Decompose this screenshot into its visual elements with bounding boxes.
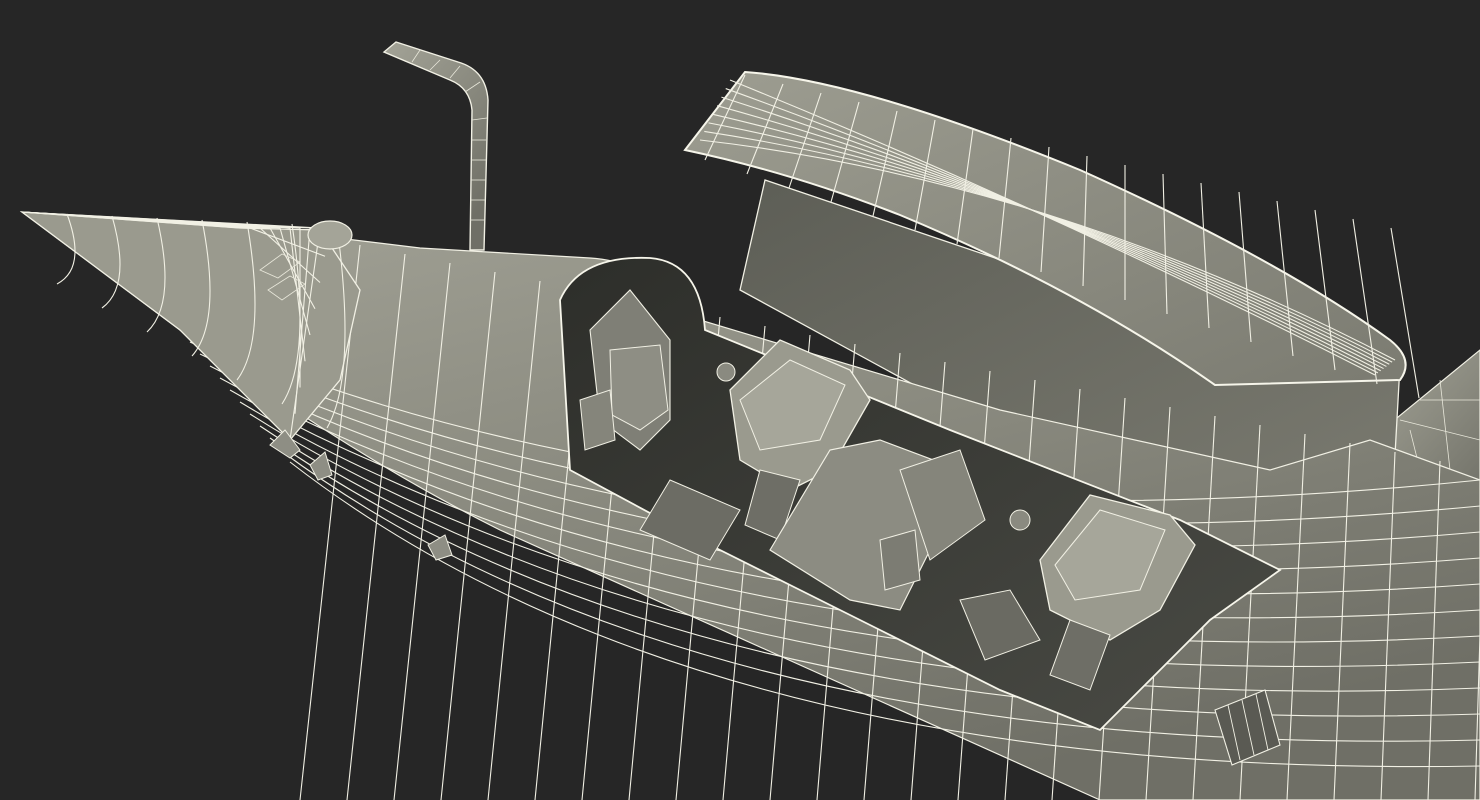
fighter-jet-wireframe-render [19, 41, 1480, 800]
refueling-probe [382, 41, 489, 251]
nose-cone [19, 211, 361, 441]
render-viewport [0, 0, 1480, 800]
